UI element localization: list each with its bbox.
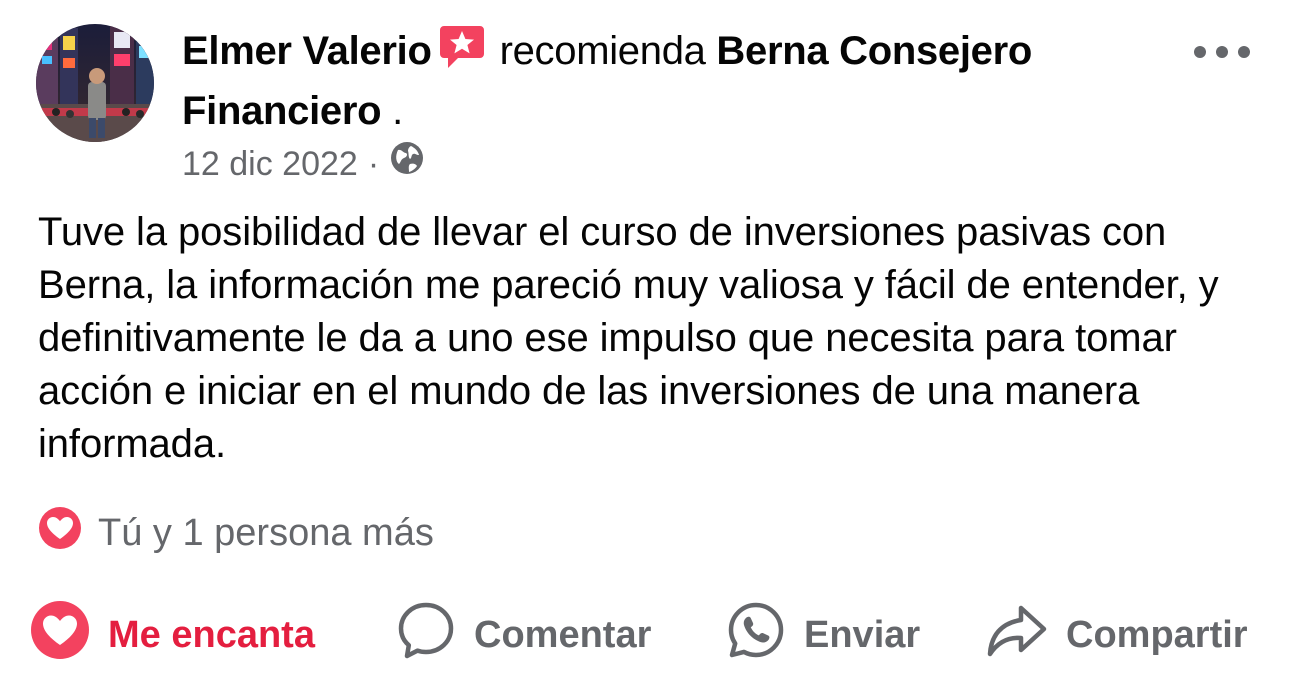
comment-button[interactable]: Comentar bbox=[396, 600, 651, 670]
avatar[interactable] bbox=[36, 24, 154, 142]
more-options-icon[interactable] bbox=[1194, 42, 1250, 62]
share-icon bbox=[986, 600, 1048, 670]
post-date[interactable]: 12 dic 2022 bbox=[182, 142, 358, 186]
post-header: Elmer Valerio recomienda Berna Consejero … bbox=[182, 22, 1182, 138]
share-label: Compartir bbox=[1066, 613, 1248, 656]
reactions-summary-text: Tú y 1 persona más bbox=[98, 511, 434, 554]
recommends-text: recomienda bbox=[499, 29, 706, 73]
whatsapp-icon bbox=[726, 600, 786, 670]
trailing-dot: . bbox=[381, 89, 403, 133]
love-reaction-icon bbox=[36, 504, 84, 562]
globe-icon bbox=[389, 140, 425, 187]
comment-label: Comentar bbox=[474, 613, 652, 656]
action-bar: Me encanta Comentar Enviar Compartir bbox=[0, 600, 1290, 670]
recommend-badge-icon bbox=[438, 22, 486, 84]
avatar-photo bbox=[36, 24, 154, 142]
post-meta: 12 dic 2022 · bbox=[182, 140, 425, 187]
meta-separator: · bbox=[367, 144, 380, 183]
love-icon bbox=[30, 600, 90, 670]
send-button[interactable]: Enviar bbox=[726, 600, 920, 670]
share-button[interactable]: Compartir bbox=[986, 600, 1248, 670]
reactions-summary[interactable]: Tú y 1 persona más bbox=[36, 504, 434, 562]
love-button[interactable]: Me encanta bbox=[30, 600, 315, 670]
send-label: Enviar bbox=[804, 613, 921, 656]
recommendation-post: Elmer Valerio recomienda Berna Consejero … bbox=[0, 0, 1290, 692]
love-label: Me encanta bbox=[108, 613, 315, 656]
author-name[interactable]: Elmer Valerio bbox=[182, 29, 432, 73]
post-body: Tuve la posibilidad de llevar el curso d… bbox=[38, 210, 1219, 466]
comment-icon bbox=[396, 600, 456, 670]
